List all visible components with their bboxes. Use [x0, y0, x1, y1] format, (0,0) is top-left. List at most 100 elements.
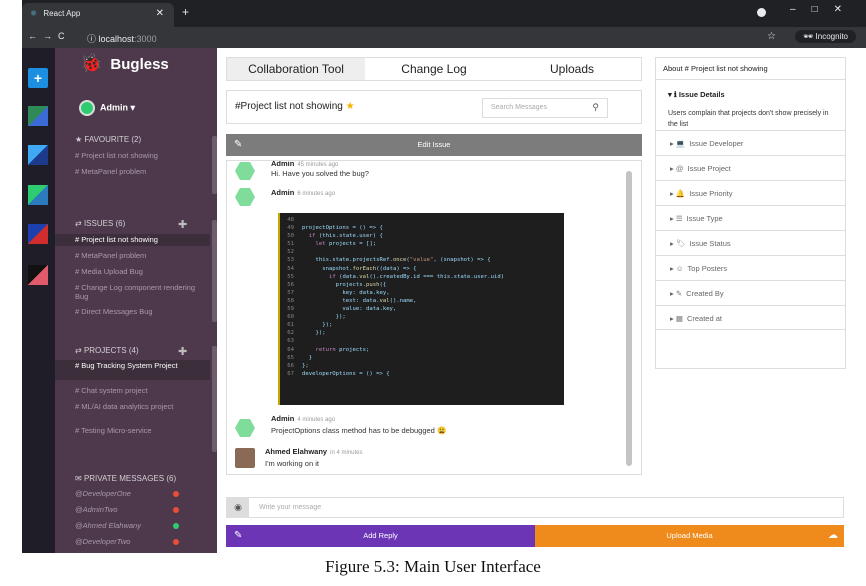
message-list[interactable]: Admin 45 minutes ago Hi. Have you solved … [226, 160, 642, 475]
code-screenshot-image[interactable]: 48 49 projectOptions = () => { 50 if (thi… [278, 213, 564, 405]
dm-item[interactable]: @DeveloperTwo [55, 534, 217, 550]
at-icon: @ [675, 164, 684, 173]
message-author: Admin 45 minutes ago [271, 160, 339, 168]
add-project-icon[interactable]: ✚ [178, 345, 187, 358]
avatar [235, 188, 255, 206]
close-tab-icon[interactable]: ✕ [156, 8, 164, 19]
bell-icon: 🔔 [675, 189, 686, 198]
dm-item[interactable]: @AdminTwo [55, 502, 217, 518]
laptop-icon: 💻 [675, 139, 686, 148]
calendar-icon: ▦ [675, 314, 683, 323]
bug-icon: 🐞 [80, 53, 103, 73]
add-reply-button[interactable]: ✎ Add Reply [226, 525, 535, 547]
incognito-badge: 🕶 Incognito [795, 30, 856, 43]
meta-panel: About # Project list not showing ▾ ℹ Iss… [655, 57, 846, 369]
star-icon[interactable]: ★ [346, 101, 355, 112]
profile-icon[interactable] [757, 8, 766, 17]
add-team-button[interactable]: + [28, 68, 48, 88]
theme-swatch[interactable] [28, 224, 48, 244]
star-icon[interactable]: ☆ [767, 31, 776, 42]
issue-header: #Project list not showing ★ Search Messa… [226, 90, 642, 124]
tab-change-log[interactable]: Change Log [365, 58, 503, 80]
cloud-upload-icon: ☁ [828, 530, 838, 541]
info-icon: ℹ [673, 90, 677, 99]
sidebar-item-favourite[interactable]: # MetaPanel problem [55, 166, 210, 178]
sidebar-item-project[interactable]: # Bug Tracking System Project [55, 360, 210, 380]
window-controls[interactable]: –□✕ [790, 4, 858, 15]
address-bar: ←→C ⓘ localhost:3000 ☆ 🕶 Incognito [22, 27, 866, 48]
issue-title: #Project list not showing ★ [235, 101, 355, 112]
upload-media-button[interactable]: Upload Media ☁ [535, 525, 844, 547]
sidebar-item-issue[interactable]: # Direct Messages Bug [55, 306, 210, 318]
theme-swatch[interactable] [28, 185, 48, 205]
user-photo [235, 448, 255, 468]
section-issue-type[interactable]: ▸ ☰ Issue Type [656, 205, 845, 230]
tag-icon: 🏷 [675, 239, 686, 248]
dm-item[interactable]: @Ahmed Elahwany [55, 518, 217, 534]
avatar [235, 419, 255, 437]
status-dot [173, 507, 179, 513]
theme-swatch[interactable] [28, 106, 48, 126]
message-author: Ahmed Elahwany in 4 minutes [265, 447, 363, 456]
theme-swatch[interactable] [28, 145, 48, 165]
user-menu[interactable]: Admin ▾ [79, 100, 135, 116]
list-icon: ☰ [675, 214, 683, 223]
message-author: Admin 4 minutes ago [271, 414, 336, 423]
issue-details-header[interactable]: ▾ ℹ Issue Details [668, 90, 725, 99]
user-icon: ☺ [675, 264, 684, 273]
url-field[interactable]: ⓘ localhost:3000 [87, 32, 157, 45]
pencil-icon: ✎ [675, 289, 683, 298]
status-dot [173, 523, 179, 529]
message-text: ProjectOptions class method has to be de… [271, 426, 447, 435]
edit-icon: ✎ [234, 530, 243, 541]
add-issue-icon[interactable]: ✚ [178, 218, 187, 231]
section-issue-priority[interactable]: ▸ 🔔 Issue Priority [656, 180, 845, 205]
camera-icon[interactable]: ◉ [227, 498, 249, 517]
theme-swatch[interactable] [28, 265, 48, 285]
section-created-at[interactable]: ▸ ▦ Created at [656, 305, 845, 330]
color-rail: + [22, 48, 55, 553]
message-input[interactable]: ◉ Write your message [226, 497, 844, 518]
edit-issue-button[interactable]: ✎ Edit Issue [226, 134, 642, 156]
figure-caption: Figure 5.3: Main User Interface [325, 557, 541, 576]
sidebar-item-issue[interactable]: # Media Upload Bug [55, 266, 210, 278]
sidebar-item-issue[interactable]: # Project list not showing [55, 234, 210, 246]
search-input[interactable]: Search Messages ⚲ [482, 98, 608, 118]
main-panel: Collaboration Tool Change Log Uploads #P… [217, 48, 866, 553]
tab-bar: Collaboration Tool Change Log Uploads [226, 57, 642, 81]
scrollbar[interactable] [626, 171, 632, 466]
favourite-header: ★ FAVOURITE (2) [75, 135, 142, 144]
section-issue-developer[interactable]: ▸ 💻 Issue Developer [656, 130, 845, 155]
browser-tab[interactable]: ⚛ React App ✕ [22, 3, 174, 27]
section-issue-project[interactable]: ▸ @ Issue Project [656, 155, 845, 180]
sidebar-item-project[interactable]: # Testing Micro-service [55, 425, 210, 437]
tab-uploads[interactable]: Uploads [503, 58, 641, 80]
nav-buttons[interactable]: ←→C [28, 31, 71, 41]
sidebar-item-issue[interactable]: # Change Log component rendering Bug [55, 282, 210, 302]
message-text: I'm working on it [265, 459, 319, 468]
edit-icon: ✎ [234, 139, 243, 150]
section-top-posters[interactable]: ▸ ☺ Top Posters [656, 255, 845, 280]
dm-item[interactable]: @DeveloperOne [55, 486, 217, 502]
tab-collaboration[interactable]: Collaboration Tool [227, 58, 365, 80]
sidebar-item-project[interactable]: # ML/AI data analytics project [55, 401, 210, 421]
tab-strip: ⚛ React App ✕ + –□✕ [22, 0, 866, 27]
issue-details-text: Users complain that projects don't show … [668, 110, 829, 128]
sidebar-item-project[interactable]: # Chat system project [55, 385, 210, 397]
react-icon: ⚛ [30, 9, 38, 18]
search-icon[interactable]: ⚲ [592, 102, 599, 113]
section-issue-status[interactable]: ▸ 🏷 Issue Status [656, 230, 845, 255]
section-created-by[interactable]: ▸ ✎ Created By [656, 280, 845, 305]
message-text: Hi. Have you solved the bug? [271, 169, 369, 178]
meta-panel-title: About # Project list not showing [656, 58, 845, 80]
status-dot [173, 539, 179, 545]
app: + 🐞 Bugless Admin ▾ ★ FAVOURITE (2) # Pro… [22, 48, 866, 553]
private-messages-header: ✉ PRIVATE MESSAGES (6) [75, 474, 177, 483]
issues-header: ⇄ ISSUES (6) ✚ [75, 219, 188, 231]
sidebar: 🐞 Bugless Admin ▾ ★ FAVOURITE (2) # Proje… [55, 48, 217, 553]
sidebar-item-favourite[interactable]: # Project list not showing [55, 150, 210, 162]
browser-window: ⚛ React App ✕ + –□✕ ←→C ⓘ localhost:3000… [22, 0, 866, 553]
brand: 🐞 Bugless [80, 53, 169, 73]
new-tab-icon[interactable]: + [182, 5, 189, 19]
sidebar-item-issue[interactable]: # MetaPanel problem [55, 250, 210, 262]
